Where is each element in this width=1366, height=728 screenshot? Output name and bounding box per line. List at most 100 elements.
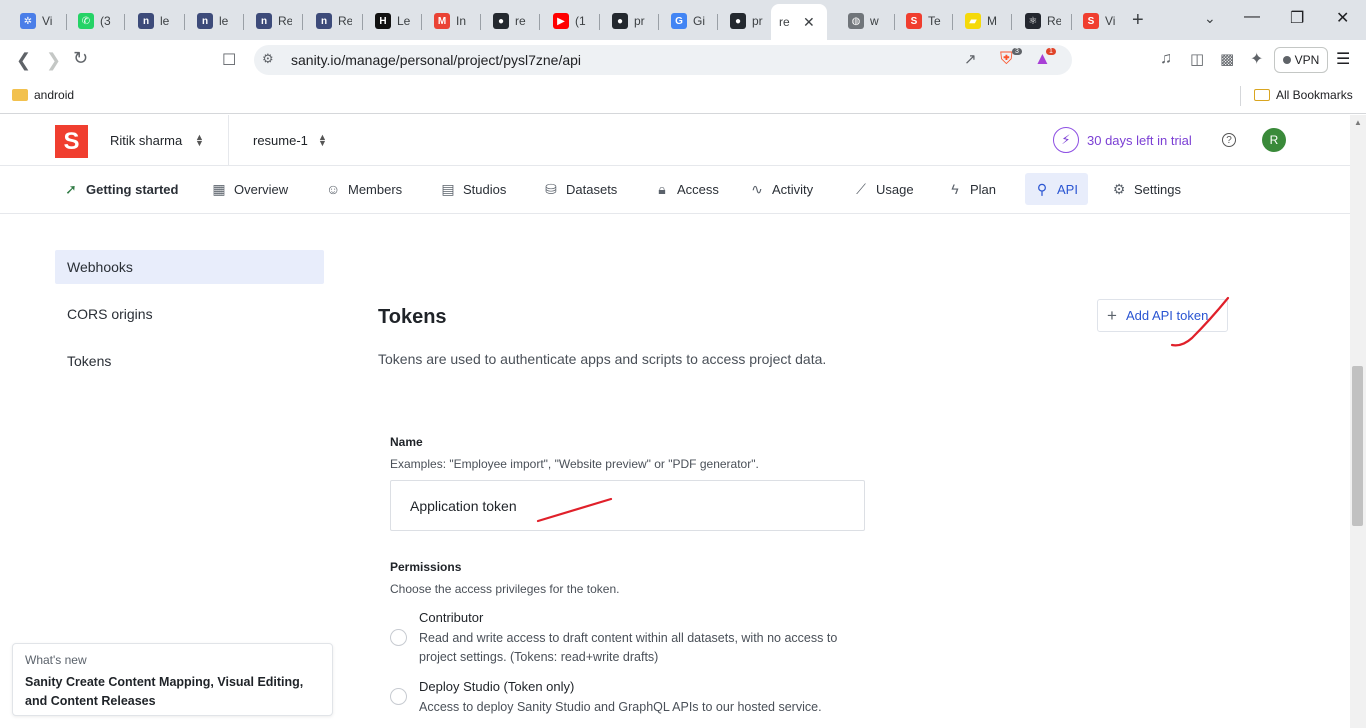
add-api-token-button[interactable]: + Add API token xyxy=(1097,299,1228,332)
vpn-button[interactable]: VPN xyxy=(1274,47,1328,73)
naukri-icon: n xyxy=(316,13,332,29)
tab-label: w xyxy=(870,14,879,28)
org-chevron-updown-icon[interactable]: ▲ ▼ xyxy=(195,133,204,148)
nav-tab-datasets[interactable]: ⛁ Datasets xyxy=(534,173,627,205)
nav-tab-members[interactable]: ☺ Members xyxy=(316,173,412,205)
sidebar-item-webhooks[interactable]: Webhooks xyxy=(55,250,324,284)
browser-tab[interactable]: H Le xyxy=(367,6,419,36)
folder-icon xyxy=(12,89,28,101)
nav-tab-label: Studios xyxy=(463,181,507,197)
browser-tab[interactable]: M In xyxy=(426,6,478,36)
new-tab-icon[interactable]: + xyxy=(1132,9,1144,32)
tab-label: M xyxy=(987,14,997,28)
nav-tab-settings[interactable]: ⚙ Settings xyxy=(1102,173,1191,205)
tab-search-chevron-icon[interactable]: ⌄ xyxy=(1204,10,1216,27)
nav-tab-api[interactable]: ⚲ API xyxy=(1025,173,1088,205)
nav-tab-label: Usage xyxy=(876,181,914,197)
forward-icon[interactable]: ❯ xyxy=(46,50,61,71)
browser-tab[interactable]: ✆ (3 xyxy=(70,6,122,36)
avatar[interactable]: R xyxy=(1262,128,1286,152)
browser-tab[interactable]: ◍ w xyxy=(840,6,892,36)
tab-close-icon[interactable]: ✕ xyxy=(803,14,815,31)
token-name-input[interactable] xyxy=(390,480,865,531)
nav-tab-label: Activity xyxy=(772,181,814,197)
bookmark-icon[interactable]: ☐ xyxy=(222,50,236,70)
radio-deploy-studio[interactable] xyxy=(390,688,407,705)
sidebar-item-tokens[interactable]: Tokens xyxy=(55,344,324,378)
project-switcher[interactable]: resume-1 xyxy=(253,133,308,148)
sanity-logo[interactable]: S xyxy=(55,125,88,158)
whats-new-text: Sanity Create Content Mapping, Visual Ed… xyxy=(25,675,304,708)
nav-tab-access[interactable]: 🔒︎ Access xyxy=(645,173,729,205)
nav-tab-label: Access xyxy=(677,181,719,197)
trial-text: 30 days left in trial xyxy=(1087,132,1192,148)
browser-tab[interactable]: ● re xyxy=(485,6,537,36)
trial-badge[interactable]: ⚡ 30 days left in trial xyxy=(1053,127,1192,153)
help-icon[interactable]: ? xyxy=(1222,133,1236,147)
nav-tab-plan[interactable]: ϟ Plan xyxy=(938,173,1006,205)
menu-icon[interactable]: ☰ xyxy=(1336,49,1350,69)
browser-tab[interactable]: n le xyxy=(189,6,241,36)
browser-tab[interactable]: re ✕ xyxy=(771,4,827,40)
wallet-icon[interactable]: ▩ xyxy=(1220,50,1234,68)
browser-tab[interactable]: ✲ Vi xyxy=(12,6,64,36)
add-api-token-label: Add API token xyxy=(1125,308,1209,323)
page-title: Tokens xyxy=(378,306,447,328)
tokens-description: Tokens are used to authenticate apps and… xyxy=(378,351,827,367)
tab-divider xyxy=(66,14,67,30)
media-icon[interactable]: ♫ xyxy=(1160,50,1172,68)
restore-icon[interactable]: ❐ xyxy=(1290,8,1304,28)
permission-title[interactable]: Contributor xyxy=(419,610,483,625)
studios-icon: ▤ xyxy=(441,180,455,197)
share-icon[interactable]: ↗ xyxy=(964,50,977,68)
browser-tab[interactable]: ▶ (1 xyxy=(545,6,597,36)
nav-tab-getting-started[interactable]: ➚ Getting started xyxy=(54,173,188,205)
nav-tab-label: Plan xyxy=(970,181,997,197)
reload-icon[interactable]: ↻ xyxy=(73,48,88,69)
project-chevron-updown-icon[interactable]: ▲ ▼ xyxy=(318,133,327,148)
browser-tab[interactable]: ⚛ Re xyxy=(1017,6,1069,36)
bookmarks-bar xyxy=(0,80,1366,114)
browser-tab[interactable]: ● pr xyxy=(722,6,774,36)
nav-tab-usage[interactable]: ⟋ Usage xyxy=(844,173,924,205)
permission-title[interactable]: Deploy Studio (Token only) xyxy=(419,679,574,694)
all-bookmarks[interactable]: All Bookmarks xyxy=(1254,88,1353,102)
scrollbar-thumb[interactable] xyxy=(1352,366,1363,526)
github-icon: ● xyxy=(493,13,509,29)
brave-shield-icon[interactable]: ⛨ xyxy=(1000,49,1013,69)
org-switcher[interactable]: Ritik sharma xyxy=(110,133,182,148)
browser-tab[interactable]: ▰ M xyxy=(957,6,1009,36)
url-text[interactable]: sanity.io/manage/personal/project/pysl7z… xyxy=(291,52,581,68)
minimize-icon[interactable]: — xyxy=(1244,8,1260,26)
radio-contributor[interactable] xyxy=(390,629,407,646)
gear-icon: ⚙ xyxy=(1112,180,1126,197)
browser-tab[interactable]: S Vi xyxy=(1075,6,1127,36)
tab-label: Gi xyxy=(693,14,705,28)
browser-tab[interactable]: n le xyxy=(130,6,182,36)
tab-divider xyxy=(599,14,600,30)
nav-tab-studios[interactable]: ▤ Studios xyxy=(431,173,516,205)
site-info-icon[interactable]: ⚙ xyxy=(262,51,274,67)
name-label: Name xyxy=(390,435,423,449)
browser-tab[interactable]: G Gi xyxy=(663,6,715,36)
nav-tab-activity[interactable]: ∿ Activity xyxy=(740,173,823,205)
scroll-up-arrow-icon[interactable]: ▲ xyxy=(1354,118,1362,127)
bookmark-folder-android[interactable]: android xyxy=(12,88,74,102)
back-icon[interactable]: ❮ xyxy=(16,50,31,71)
nav-tab-overview[interactable]: ▦ Overview xyxy=(202,173,298,205)
close-window-icon[interactable]: ✕ xyxy=(1336,8,1349,28)
activity-icon: ∿ xyxy=(751,180,763,197)
permission-desc: Access to deploy Sanity Studio and Graph… xyxy=(419,700,822,714)
browser-tab[interactable]: n Re xyxy=(308,6,360,36)
whats-new-card[interactable]: What's new Sanity Create Content Mapping… xyxy=(12,643,333,716)
sidebar-item-cors-origins[interactable]: CORS origins xyxy=(55,297,324,331)
plug-icon: ⚲ xyxy=(1036,180,1048,197)
github-icon: ● xyxy=(730,13,746,29)
browser-tab[interactable]: S Te xyxy=(898,6,950,36)
browser-tab[interactable]: n Re xyxy=(248,6,300,36)
tab-divider xyxy=(1071,14,1072,30)
leo-ai-icon[interactable]: ✦ xyxy=(1250,49,1263,69)
datasets-icon: ⛁ xyxy=(545,180,557,197)
browser-tab[interactable]: ● pr xyxy=(604,6,656,36)
sidebar-icon[interactable]: ◫ xyxy=(1190,50,1204,68)
